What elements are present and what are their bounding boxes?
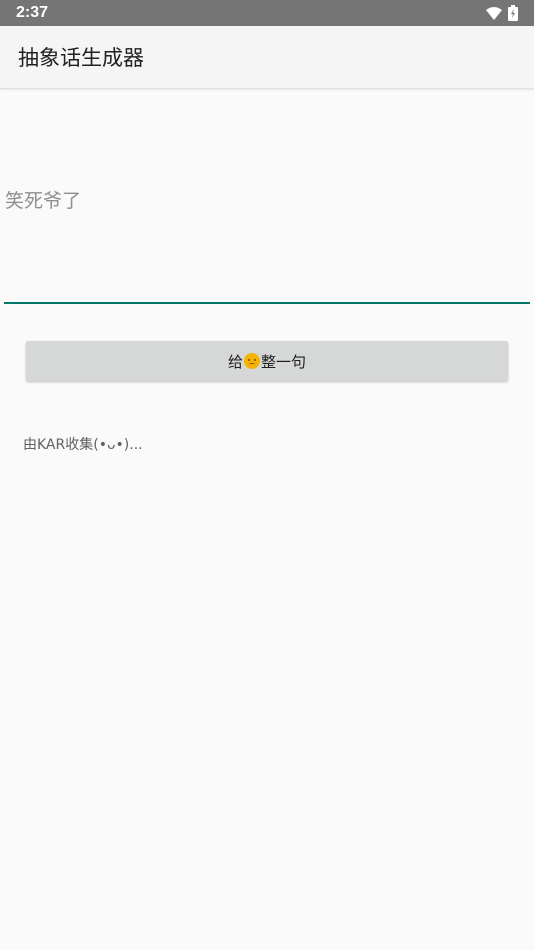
app-title: 抽象话生成器	[18, 46, 144, 70]
frowning-face-emoji-icon	[244, 353, 260, 369]
status-time: 2:37	[16, 4, 49, 21]
app-bar: 抽象话生成器	[0, 26, 534, 89]
wifi-icon	[486, 6, 502, 20]
credit-text: 由KAR收集(•ᴗ•)...	[23, 437, 143, 453]
button-label-before: 给	[227, 352, 243, 371]
text-input[interactable]: 笑死爷了	[4, 170, 530, 304]
status-icons	[486, 5, 518, 21]
status-bar: 2:37	[0, 0, 534, 26]
battery-icon	[508, 5, 518, 21]
button-label-after: 整一句	[261, 352, 307, 371]
generate-button[interactable]: 给 整一句	[26, 341, 508, 381]
input-text: 笑死爷了	[5, 190, 82, 212]
